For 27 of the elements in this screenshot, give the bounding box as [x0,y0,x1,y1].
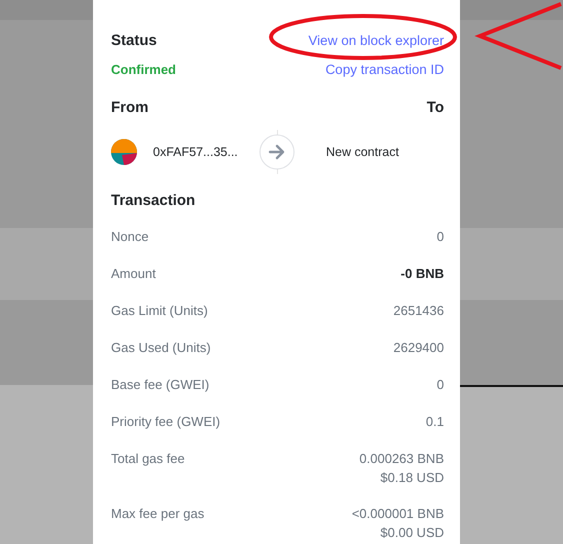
detail-value: 2651436 [393,302,444,320]
detail-value: 2629400 [393,339,444,357]
to-recipient: New contract [326,145,399,159]
detail-value: -0 BNB [400,265,444,283]
detail-label: Total gas fee [111,450,185,468]
detail-value: 0.1 [426,413,444,431]
detail-label: Priority fee (GWEI) [111,413,220,431]
copy-id-link[interactable]: Copy transaction ID [325,62,444,76]
detail-label: Gas Used (Units) [111,339,211,357]
detail-label: Amount [111,265,156,283]
from-heading: From [111,98,148,116]
detail-value: $0.00 USD [380,524,444,542]
detail-value: $0.18 USD [380,469,444,487]
detail-label: Max fee per gas [111,505,204,523]
from-address: 0xFAF57...35... [153,145,239,159]
detail-label: Nonce [111,228,149,246]
status-value: Confirmed [111,62,176,76]
detail-label: Gas Limit (Units) [111,302,208,320]
detail-value: 0 [436,228,444,246]
to-heading: To [426,98,444,116]
detail-value: 0.000263 BNB [359,450,444,468]
detail-value: <0.000001 BNB [352,505,444,523]
account-avatar-icon [111,139,137,165]
detail-label: Base fee (GWEI) [111,376,210,394]
detail-value: 0 [436,376,444,394]
transaction-heading: Transaction [111,192,196,208]
status-heading: Status [111,32,157,48]
